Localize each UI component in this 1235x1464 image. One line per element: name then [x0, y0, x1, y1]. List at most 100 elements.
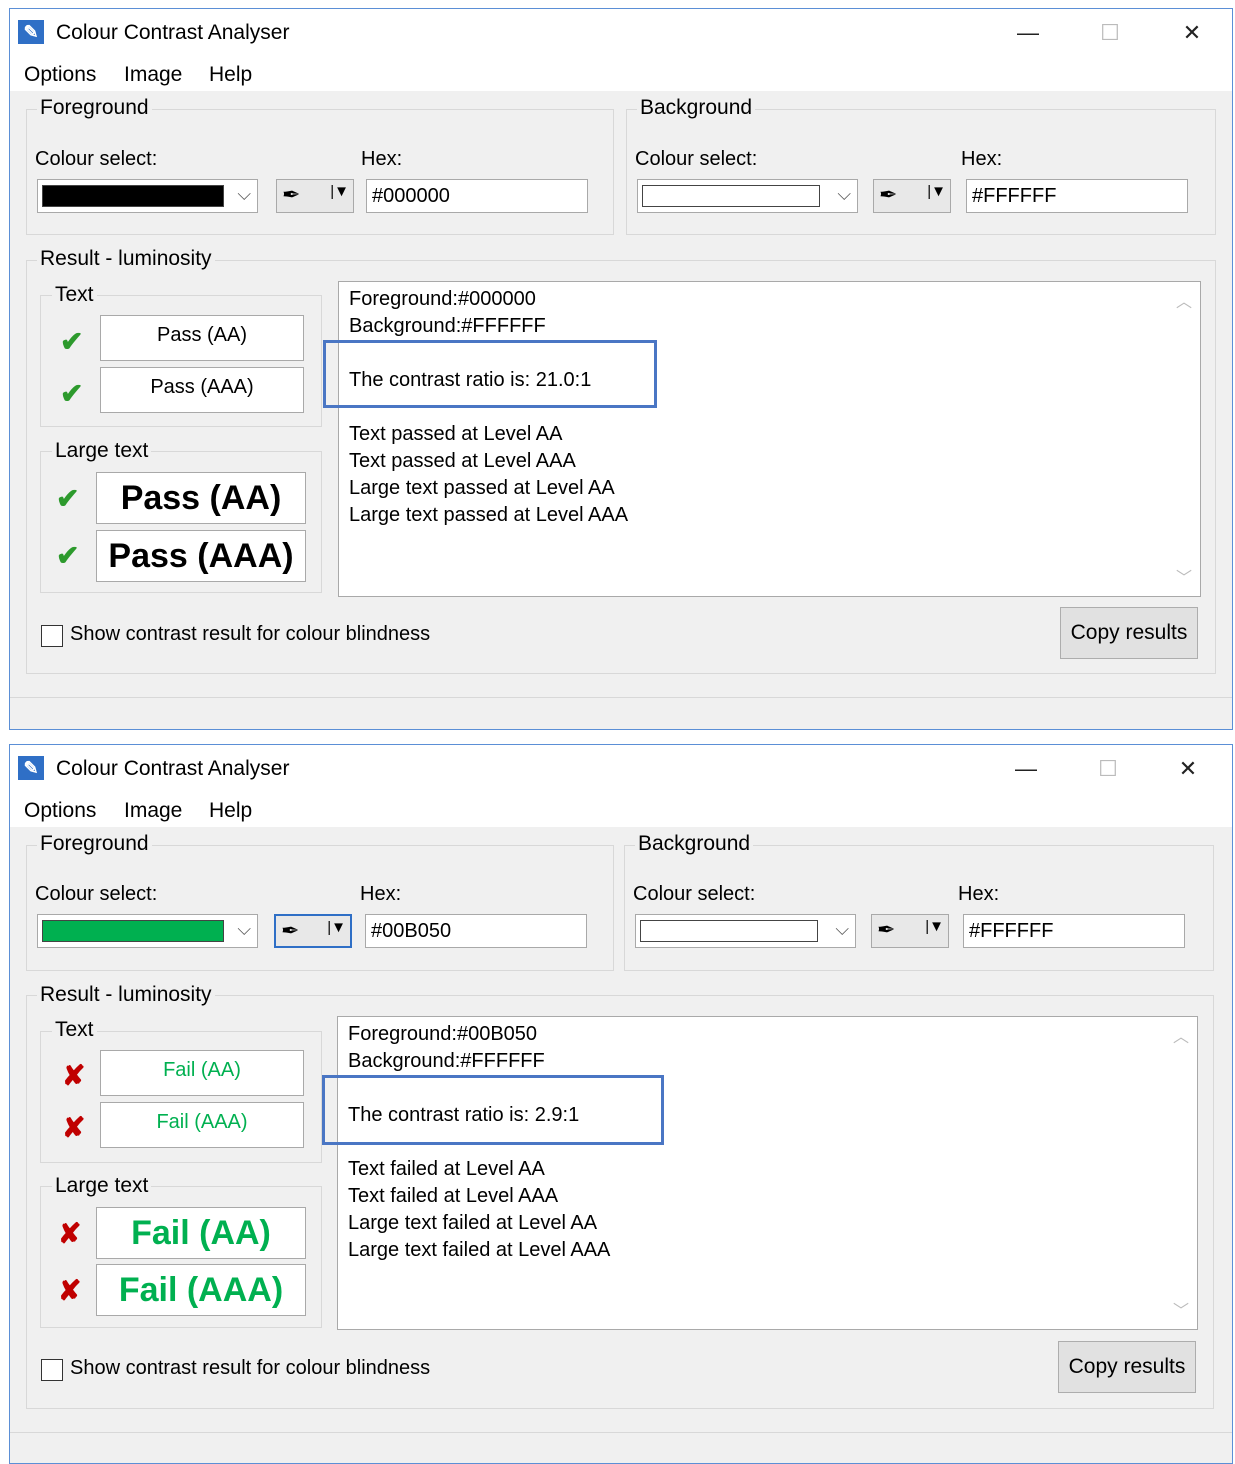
app-icon: ✎	[18, 756, 44, 780]
foreground-group	[26, 845, 614, 971]
text-group-label: Text	[52, 1018, 97, 1042]
menu-help[interactable]: Help	[209, 799, 252, 823]
ratio-highlight-box	[322, 1075, 664, 1145]
minimize-icon[interactable]: —	[1006, 15, 1050, 51]
check-icon: ✔	[60, 326, 84, 357]
bg-swatch	[640, 920, 818, 942]
fg-hex-label: Hex:	[360, 883, 402, 905]
fg-colour-select[interactable]: ⌵	[37, 179, 258, 213]
menu-image[interactable]: Image	[124, 799, 182, 823]
fg-eyedropper-button[interactable]: ✒ |▼	[276, 179, 354, 213]
foreground-line: Foreground:#000000	[349, 288, 536, 310]
background-group	[626, 109, 1216, 235]
chevron-down-icon: ⌵	[237, 184, 251, 204]
chevron-down-icon: ⌵	[237, 919, 251, 939]
check-icon: ✔	[56, 540, 80, 571]
chevron-down-icon: ⌵	[835, 919, 849, 939]
dropdown-arrow-icon: |▼	[925, 918, 944, 935]
copy-results-button[interactable]: Copy results	[1058, 1341, 1196, 1393]
text-aa-result: Fail (AA)	[100, 1050, 304, 1096]
fg-hex-input[interactable]: #00B050	[365, 914, 587, 948]
window-title: Colour Contrast Analyser	[56, 21, 290, 44]
result-line: Text failed at Level AA	[348, 1158, 545, 1180]
dropdown-arrow-icon: |▼	[330, 183, 349, 200]
colour-blindness-checkbox[interactable]	[41, 1359, 63, 1381]
check-icon: ✔	[56, 483, 80, 514]
result-line: Text passed at Level AAA	[349, 450, 576, 472]
dropdown-arrow-icon: |▼	[927, 183, 946, 200]
foreground-line: Foreground:#00B050	[348, 1023, 538, 1045]
close-icon[interactable]: ✕	[1170, 15, 1214, 51]
menu-options[interactable]: Options	[24, 799, 96, 823]
app-icon: ✎	[18, 20, 44, 44]
bg-colour-select[interactable]: ⌵	[635, 914, 856, 948]
cross-icon: ✘	[62, 1112, 86, 1143]
maximize-icon[interactable]: ☐	[1086, 751, 1130, 787]
colour-blindness-checkbox[interactable]	[41, 625, 63, 647]
check-icon: ✔	[60, 378, 84, 409]
window-title: Colour Contrast Analyser	[56, 757, 290, 780]
maximize-icon[interactable]: ☐	[1088, 15, 1132, 51]
fg-colour-select[interactable]: ⌵	[37, 914, 258, 948]
menu-bar: Options Image Help	[10, 791, 1232, 827]
chevron-down-icon: ⌵	[837, 184, 851, 204]
text-group-label: Text	[52, 283, 97, 307]
copy-results-button[interactable]: Copy results	[1060, 607, 1198, 659]
background-label: Background	[637, 96, 756, 120]
contrast-analyser-window-1: ✎ Colour Contrast Analyser — ☐ ✕ Options…	[9, 8, 1233, 730]
scroll-up-icon[interactable]: ︿	[1176, 288, 1192, 312]
bg-eyedropper-button[interactable]: ✒ |▼	[871, 914, 949, 948]
large-aaa-result: Fail (AAA)	[96, 1264, 306, 1316]
eyedropper-icon: ✒	[879, 182, 898, 207]
background-label: Background	[635, 832, 754, 856]
result-label: Result - luminosity	[37, 983, 215, 1007]
result-line: Text passed at Level AA	[349, 423, 563, 445]
bg-colour-select-label: Colour select:	[633, 883, 756, 905]
menu-image[interactable]: Image	[124, 63, 182, 87]
fg-swatch	[42, 185, 224, 207]
scroll-down-icon[interactable]: ﹀	[1173, 1297, 1189, 1321]
menu-help[interactable]: Help	[209, 63, 252, 87]
bg-colour-select-label: Colour select:	[635, 148, 758, 170]
status-bar-divider	[10, 1432, 1232, 1433]
bg-hex-input[interactable]: #FFFFFF	[963, 914, 1185, 948]
result-label: Result - luminosity	[37, 247, 215, 271]
colour-blindness-label[interactable]: Show contrast result for colour blindnes…	[70, 623, 430, 646]
bg-hex-label: Hex:	[961, 148, 1003, 170]
close-icon[interactable]: ✕	[1166, 751, 1210, 787]
menu-bar: Options Image Help	[10, 55, 1232, 91]
result-line: Text failed at Level AAA	[348, 1185, 559, 1207]
large-text-group-label: Large text	[52, 1174, 152, 1198]
large-aa-result: Pass (AA)	[96, 472, 306, 524]
background-group	[624, 845, 1214, 971]
text-aaa-result: Pass (AAA)	[100, 367, 304, 413]
colour-blindness-label[interactable]: Show contrast result for colour blindnes…	[70, 1357, 430, 1380]
fg-hex-label: Hex:	[361, 148, 403, 170]
foreground-label: Foreground	[37, 96, 152, 120]
text-aa-result: Pass (AA)	[100, 315, 304, 361]
large-aa-result: Fail (AA)	[96, 1207, 306, 1259]
large-text-group-label: Large text	[52, 439, 152, 463]
dropdown-arrow-icon: |▼	[327, 919, 346, 936]
status-bar-divider	[10, 697, 1232, 698]
scroll-down-icon[interactable]: ﹀	[1176, 564, 1192, 588]
results-textarea[interactable]: Foreground:#00B050 Background:#FFFFFF Th…	[337, 1016, 1198, 1330]
menu-options[interactable]: Options	[24, 63, 96, 87]
minimize-icon[interactable]: —	[1004, 751, 1048, 787]
result-line: Large text passed at Level AAA	[349, 504, 629, 526]
fg-swatch	[42, 920, 224, 942]
eyedropper-icon: ✒	[281, 918, 300, 943]
bg-colour-select[interactable]: ⌵	[637, 179, 858, 213]
title-bar: ✎ Colour Contrast Analyser — ☐ ✕	[10, 9, 1232, 55]
bg-hex-input[interactable]: #FFFFFF	[966, 179, 1188, 213]
results-textarea[interactable]: Foreground:#000000 Background:#FFFFFF Th…	[338, 281, 1201, 597]
contrast-analyser-window-2: ✎ Colour Contrast Analyser — ☐ ✕ Options…	[9, 744, 1233, 1464]
fg-hex-input[interactable]: #000000	[366, 179, 588, 213]
foreground-label: Foreground	[37, 832, 152, 856]
bg-eyedropper-button[interactable]: ✒ |▼	[873, 179, 951, 213]
scroll-up-icon[interactable]: ︿	[1173, 1023, 1189, 1047]
result-line: Large text failed at Level AAA	[348, 1239, 611, 1261]
fg-colour-select-label: Colour select:	[35, 883, 158, 905]
fg-eyedropper-button[interactable]: ✒ |▼	[274, 914, 352, 948]
fg-colour-select-label: Colour select:	[35, 148, 158, 170]
